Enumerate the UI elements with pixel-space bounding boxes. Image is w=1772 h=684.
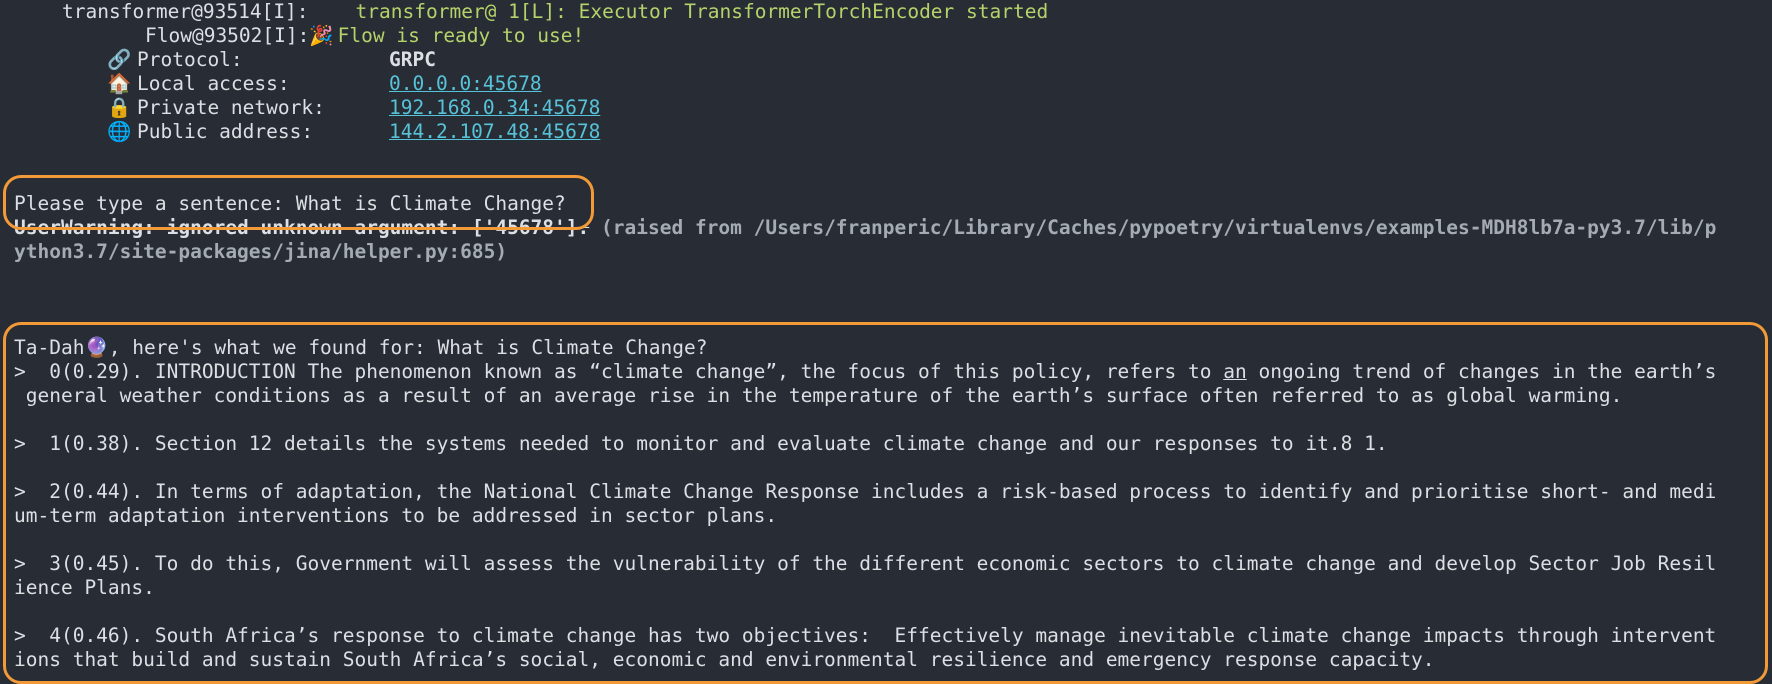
executor-message: transformer@ 1[L]: Executor TransformerT…: [355, 0, 1049, 23]
results-heading: Ta-Dah🔮, here's what we found for: What …: [14, 336, 1766, 360]
result-item-4-line-1: > 4(0.46). South Africa’s response to cl…: [14, 624, 1717, 647]
endpoint-label: Protocol:: [137, 48, 243, 71]
result-item-0-line-1: > 0(0.29). INTRODUCTION The phenomenon k…: [14, 360, 1717, 383]
party-icon: 🎉: [309, 24, 334, 47]
flow-prefix: Flow@93502[I]:: [145, 24, 310, 47]
private-network-link[interactable]: 192.168.0.34:45678: [389, 96, 600, 119]
house-icon: 🏠: [107, 72, 132, 95]
executor-log-line: transformer@93514[I]: transformer@ 1[L]: …: [14, 0, 1766, 24]
link-icon: 🔗: [107, 48, 132, 71]
warning-detail: (raised from /Users/franperic/Library/Ca…: [589, 216, 1717, 239]
lock-icon: 🔒: [107, 96, 132, 119]
flow-message: Flow is ready to use!: [337, 24, 585, 47]
endpoint-row-public: 🌐 Public address: 144.2.107.48:45678: [14, 120, 1766, 144]
public-address-link[interactable]: 144.2.107.48:45678: [389, 120, 600, 143]
result-item-0-line-2: general weather conditions as a result o…: [14, 384, 1623, 407]
prompt-line[interactable]: Please type a sentence: What is Climate …: [14, 192, 1766, 216]
crystal-ball-icon: 🔮: [84, 336, 109, 359]
warning-struck-text: UserWarning: ignored unknown argument: […: [14, 216, 590, 239]
result-item-3-line-2: ience Plans.: [14, 576, 155, 599]
result-item-3-line-1: > 3(0.45). To do this, Government will a…: [14, 552, 1717, 575]
results-heading-pre: Ta-Dah: [14, 336, 85, 359]
result-item-4-line-2: ions that build and sustain South Africa…: [14, 648, 1435, 671]
endpoint-row-private: 🔒 Private network: 192.168.0.34:45678: [14, 96, 1766, 120]
terminal-output: transformer@93514[I]: transformer@ 1[L]: …: [14, 0, 1766, 672]
warning-detail-cont: ython3.7/site-packages/jina/helper.py:68…: [14, 240, 508, 263]
result-item-2-line-2: um-term adaptation interventions to be a…: [14, 504, 778, 527]
endpoint-label: Local access:: [137, 72, 290, 95]
endpoint-row-local: 🏠 Local access: 0.0.0.0:45678: [14, 72, 1766, 96]
warning-line-1: UserWarning: ignored unknown argument: […: [14, 216, 1766, 240]
prompt-text: Please type a sentence: What is Climate …: [14, 192, 566, 215]
endpoint-label: Public address:: [137, 120, 314, 143]
results-heading-post: , here's what we found for: What is Clim…: [108, 336, 708, 359]
flow-log-line: Flow@93502[I]:🎉 Flow is ready to use!: [14, 24, 1766, 48]
local-access-link[interactable]: 0.0.0.0:45678: [389, 72, 542, 95]
result-item-1-line-1: > 1(0.38). Section 12 details the system…: [14, 432, 1388, 455]
endpoint-value: GRPC: [389, 48, 436, 71]
endpoint-row-protocol: 🔗 Protocol: GRPC: [14, 48, 1766, 72]
executor-prefix: transformer@93514[I]:: [62, 0, 309, 23]
warning-line-2: ython3.7/site-packages/jina/helper.py:68…: [14, 240, 1766, 264]
result-item-2-line-1: > 2(0.44). In terms of adaptation, the N…: [14, 480, 1717, 503]
globe-icon: 🌐: [107, 120, 132, 143]
endpoint-label: Private network:: [137, 96, 325, 119]
